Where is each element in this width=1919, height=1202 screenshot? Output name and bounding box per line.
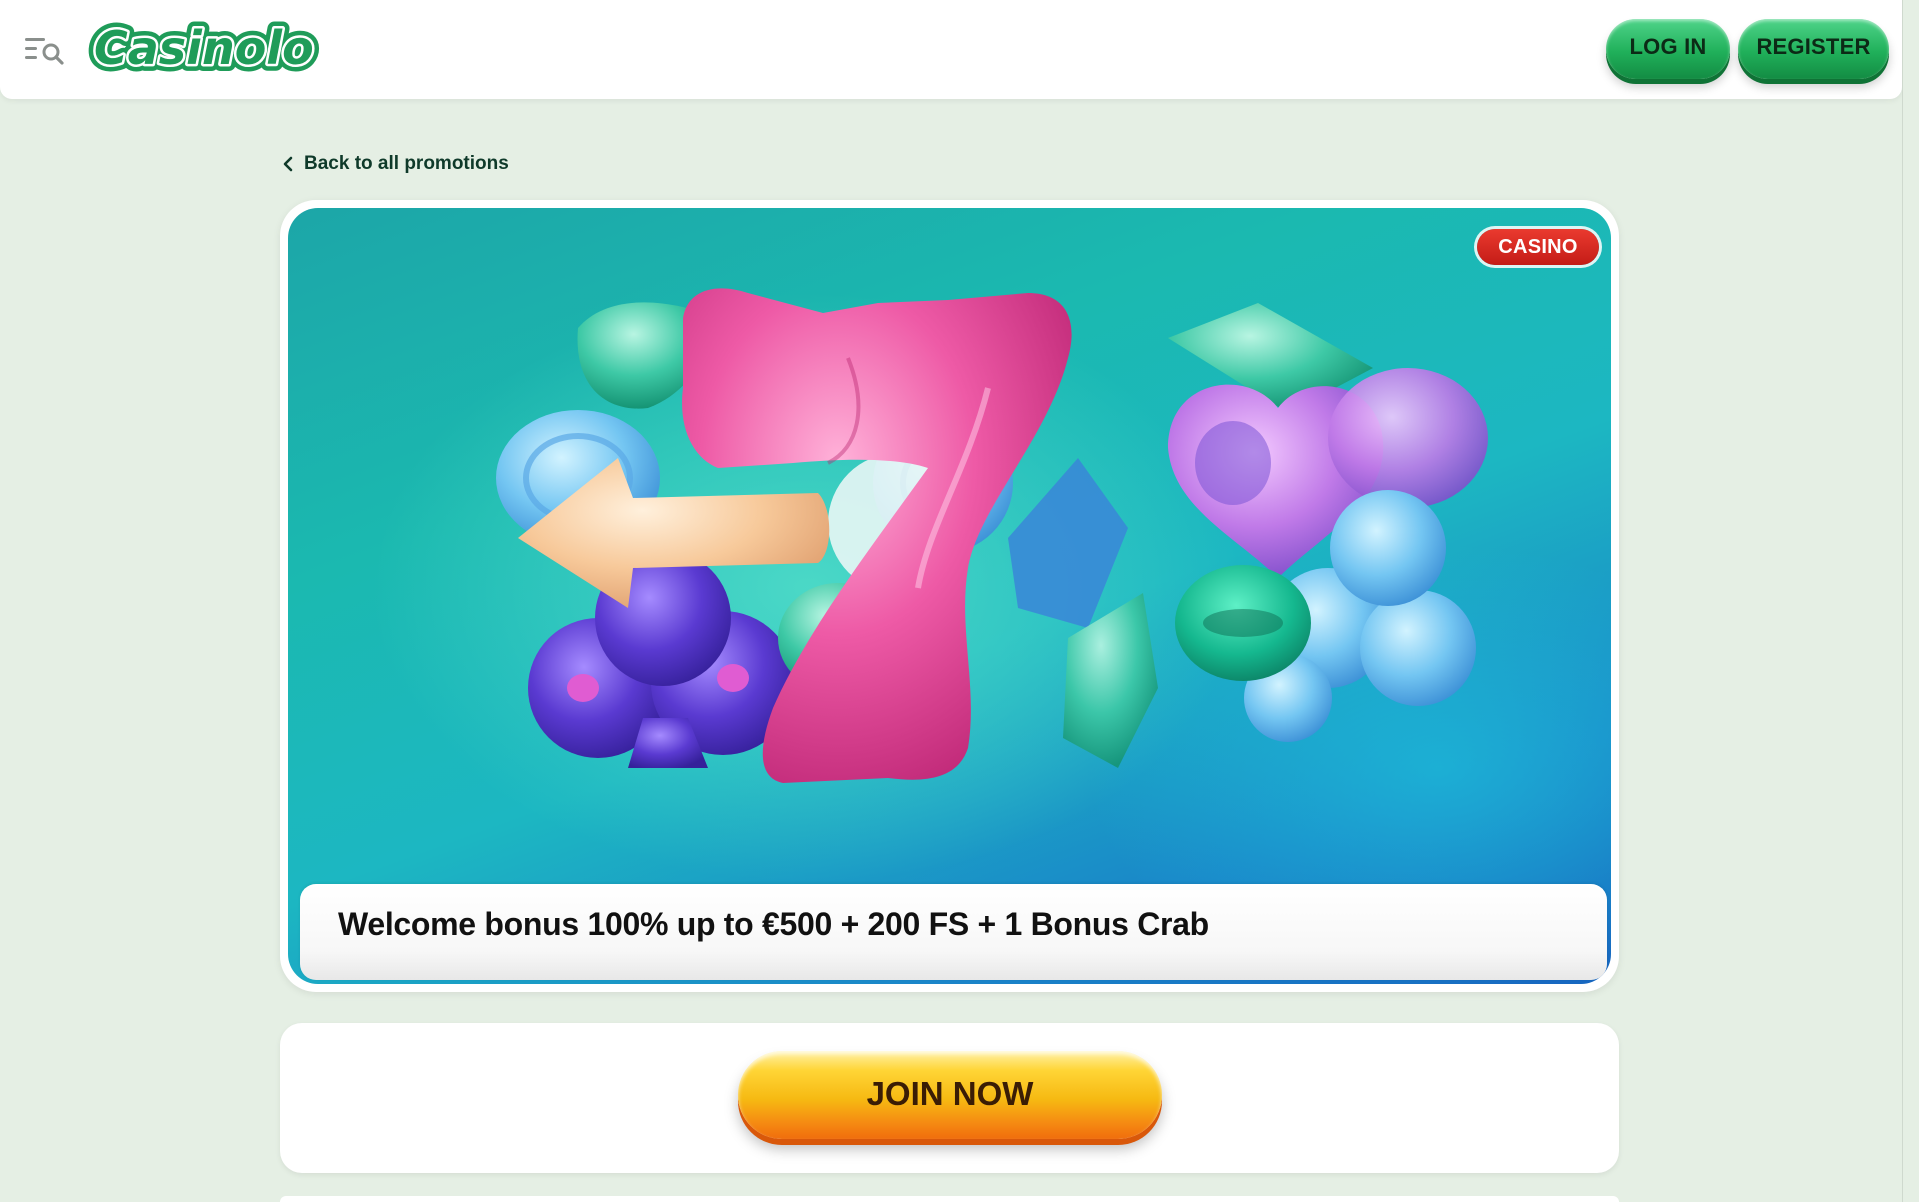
brand-logo[interactable]: Casinolo Casinolo Casinolo	[87, 12, 338, 82]
top-header: Casinolo Casinolo Casinolo LOG IN REGIST…	[0, 0, 1902, 99]
scrollbar[interactable]	[1902, 0, 1919, 1202]
join-now-button[interactable]: JOIN NOW	[738, 1051, 1162, 1139]
page: Casinolo Casinolo Casinolo LOG IN REGIST…	[0, 0, 1919, 1202]
logo-text: Casinolo	[94, 21, 314, 75]
promo-card: CASINO Welcome bonus 100% up to €500 + 2…	[280, 200, 1619, 992]
back-to-promotions-link[interactable]: Back to all promotions	[282, 150, 509, 178]
back-link-label: Back to all promotions	[304, 153, 509, 174]
join-card: JOIN NOW	[280, 1023, 1619, 1173]
promo-hero-image: CASINO Welcome bonus 100% up to €500 + 2…	[288, 208, 1611, 984]
promo-title: Welcome bonus 100% up to €500 + 200 FS +…	[338, 906, 1209, 942]
inflatable-symbols-illustration	[496, 288, 1488, 783]
casino-badge: CASINO	[1477, 229, 1599, 265]
promo-title-bar: Welcome bonus 100% up to €500 + 200 FS +…	[300, 884, 1607, 980]
chevron-left-icon	[283, 156, 293, 172]
login-button[interactable]: LOG IN	[1606, 19, 1730, 79]
next-section-edge	[280, 1196, 1619, 1202]
menu-search-icon[interactable]	[22, 28, 66, 72]
register-button[interactable]: REGISTER	[1738, 19, 1889, 79]
